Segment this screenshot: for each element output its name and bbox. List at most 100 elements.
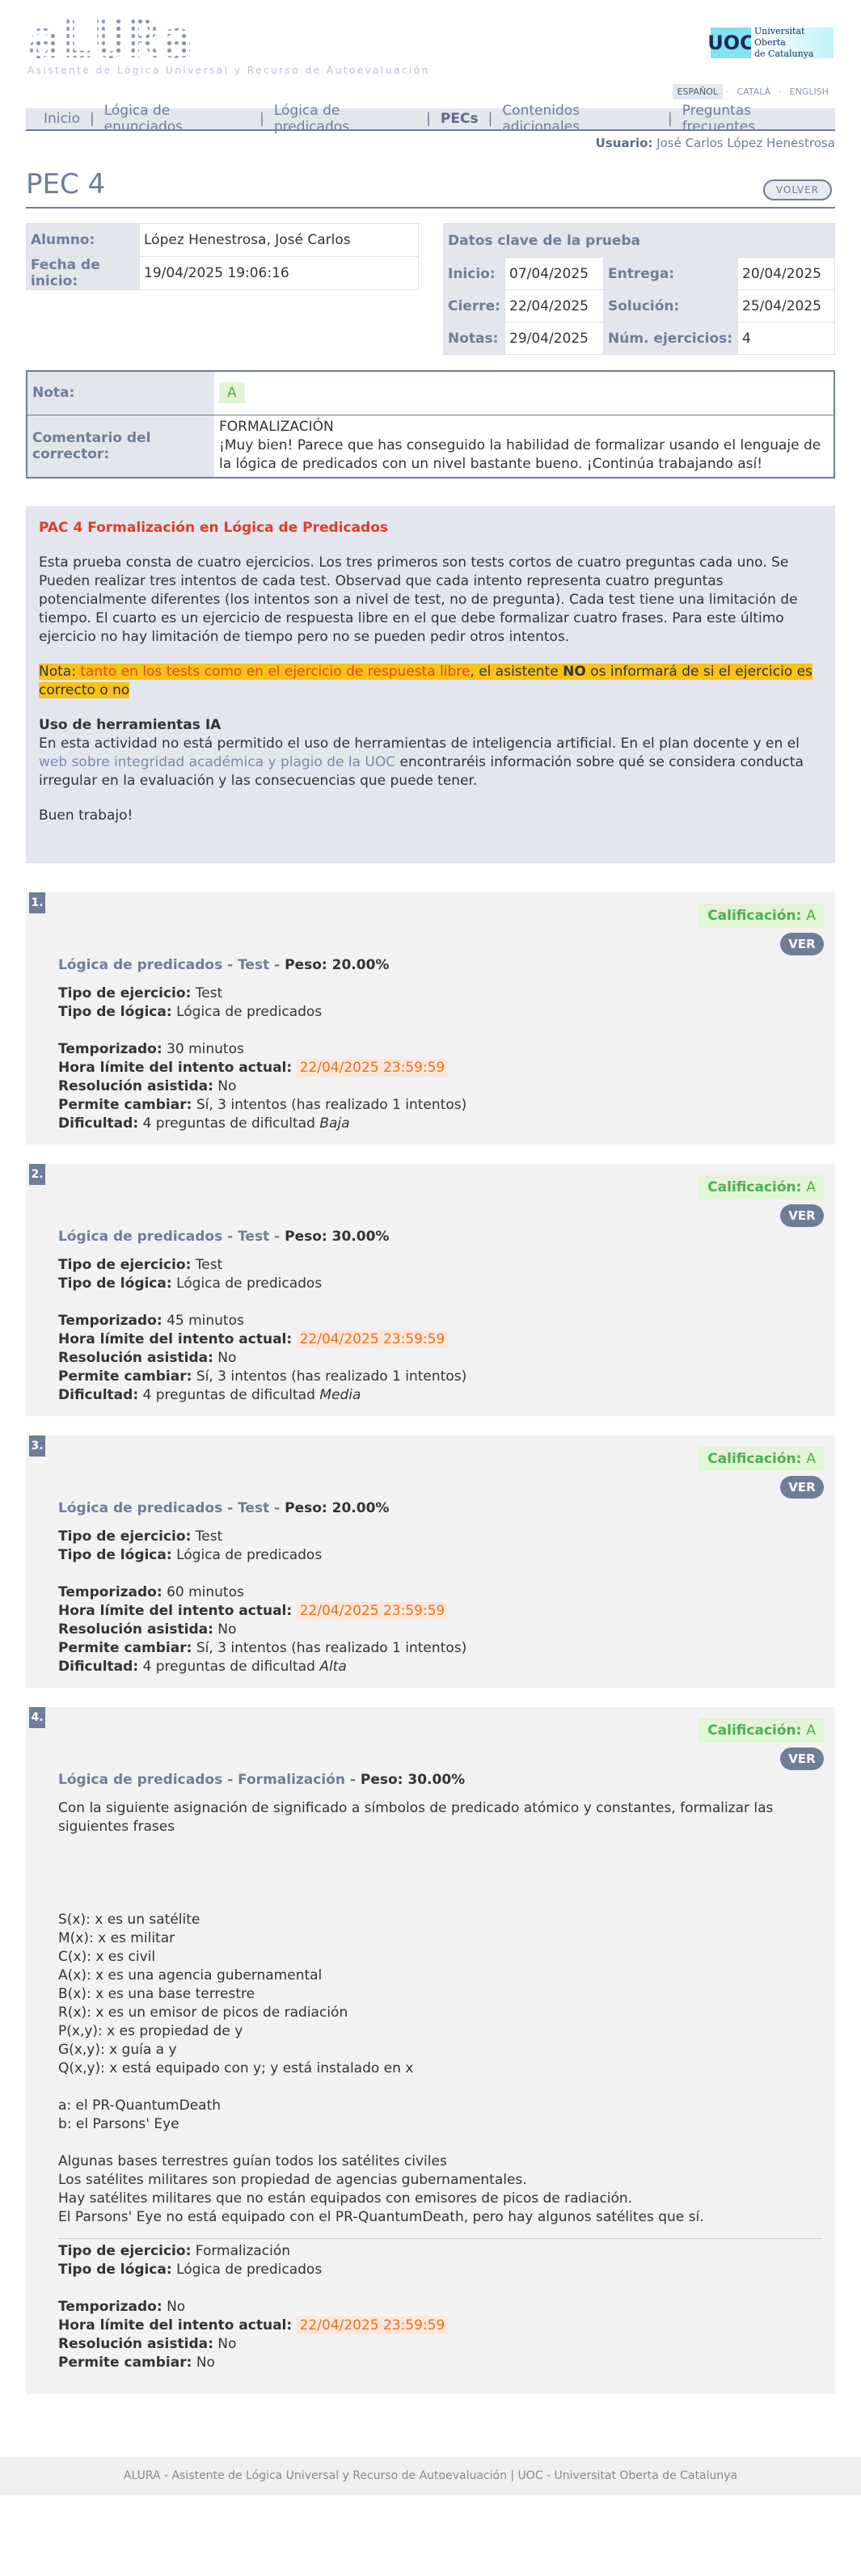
inicio-label: Inicio: (443, 257, 505, 290)
temporizado: Temporizado: 30 minutos (58, 1040, 835, 1059)
weight-value: 20.00% (331, 1500, 390, 1516)
fecha-inicio-value: 19/04/2025 19:06:16 (139, 256, 419, 290)
cierre-value: 22/04/2025 (504, 289, 604, 323)
tipo-logica: Tipo de lógica: Lógica de predicados (58, 1275, 835, 1293)
weight-value: 30.00% (331, 1229, 390, 1245)
permite-cambiar: Permite cambiar: Sí, 3 intentos (has rea… (58, 1368, 835, 1386)
difficulty-level: Baja (319, 1115, 350, 1132)
field-value: Sí, 3 intentos (has realizado 1 intentos… (196, 1097, 467, 1113)
fecha-inicio-label: Fecha de inicio: (26, 256, 140, 290)
page: aLURa Asistente de Lógica Universal y Re… (0, 0, 861, 2576)
exercise-name: Lógica de predicados - Test (58, 1500, 270, 1516)
nav-logica-predicados[interactable]: Lógica de predicados (264, 103, 426, 135)
exercise-card: 4. Calificación: A VER Lógica de predica… (26, 1707, 835, 2394)
exercise-name: Lógica de predicados - Test (58, 1229, 270, 1245)
field-value: Test (195, 1528, 223, 1545)
lang-ca[interactable]: CATALÀ (732, 84, 776, 99)
alura-logo[interactable]: aLURa Asistente de Lógica Universal y Re… (27, 15, 430, 76)
field-label: Dificultad: (58, 1659, 139, 1675)
student-table: Alumno: López Henestrosa, José Carlos Fe… (26, 223, 419, 290)
exercise-statement: Con la siguiente asignación de significa… (58, 1800, 774, 1835)
lang-es[interactable]: ESPAÑOL (672, 84, 723, 99)
exercise-weight: Peso: 20.00% (285, 957, 389, 973)
resolucion-asistida: Resolución asistida: No (58, 1077, 835, 1096)
ver-button[interactable]: VER (780, 1748, 824, 1770)
field-label: Temporizado: (58, 1041, 162, 1057)
temporizado: Temporizado: 45 minutos (58, 1312, 835, 1330)
tipo-ejercicio: Tipo de ejercicio: Formalización (58, 2242, 835, 2261)
exercise-card: 1. Calificación: A VER Lógica de predica… (26, 892, 835, 1145)
ver-button[interactable]: VER (780, 933, 824, 955)
exercise-grade: Calificación: A (699, 1175, 824, 1199)
user-name: José Carlos López Henestrosa (656, 136, 835, 150)
field-value: Sí, 3 intentos (has realizado 1 intentos… (196, 1368, 467, 1385)
grade-label: Calificación: (707, 1179, 802, 1195)
tipo-ejercicio: Tipo de ejercicio: Test (58, 1256, 835, 1275)
nav-inicio[interactable]: Inicio (34, 111, 90, 127)
field-value: Formalización (195, 2243, 291, 2259)
predicate-item: B(x): x es una base terrestre (58, 1986, 255, 2002)
solucion-label: Solución: (603, 289, 738, 323)
hora-limite: Hora límite del intento actual: 22/04/20… (58, 1059, 835, 1077)
notas-value: 29/04/2025 (504, 322, 604, 355)
alumno-value: López Henestrosa, José Carlos (139, 223, 419, 257)
field-label: Temporizado: (58, 2299, 162, 2315)
dificultad: Dificultad: 4 preguntas de dificultad Me… (58, 1386, 835, 1405)
nota-label: Nota: (27, 371, 214, 415)
weight-label: Peso: (360, 1772, 403, 1788)
resolucion-asistida: Resolución asistida: No (58, 1621, 835, 1639)
ia-section: Uso de herramientas IA En esta actividad … (39, 716, 822, 791)
weight-value: 20.00% (331, 957, 390, 973)
difficulty-level: Alta (319, 1659, 347, 1675)
field-label: Tipo de lógica: (58, 1547, 172, 1563)
constant-item: b: el Parsons' Eye (58, 2116, 179, 2132)
ver-button[interactable]: VER (780, 1204, 824, 1227)
field-label: Hora límite del intento actual: (58, 1603, 293, 1619)
nav-logica-enunciados[interactable]: Lógica de enunciados (95, 103, 260, 135)
uoc-logo[interactable]: UOC Universitat Oberta de Catalunya (707, 26, 834, 59)
nota-grade: A (219, 382, 245, 404)
exercise-weight: Peso: 30.00% (361, 1772, 465, 1788)
sentence-item: Los satélites militares son propiedad de… (58, 2172, 527, 2188)
nota-value: A (214, 371, 834, 415)
grade-value: A (806, 1722, 816, 1739)
goodbye-text: Buen trabajo! (39, 807, 133, 824)
comment-heading: FORMALIZACIÓN (219, 419, 334, 436)
note-line: Nota: tanto en los tests como en el ejer… (39, 663, 822, 700)
ver-button[interactable]: VER (780, 1476, 824, 1499)
exercise-title: Lógica de predicados - Test - Peso: 30.0… (58, 1229, 390, 1245)
nav-pecs[interactable]: PECs (431, 111, 488, 127)
sentence-item: Hay satélites militares que no están equ… (58, 2190, 633, 2207)
permite-cambiar: Permite cambiar: Sí, 3 intentos (has rea… (58, 1639, 835, 1658)
user-info: Usuario: José Carlos López Henestrosa (596, 136, 835, 150)
nav-faq[interactable]: Preguntas frecuentes (673, 103, 835, 135)
solucion-value: 25/04/2025 (737, 289, 835, 323)
exercise-number: 1. (29, 892, 45, 913)
weight-value: 30.00% (407, 1772, 466, 1788)
back-button[interactable]: VOLVER (763, 179, 832, 200)
tipo-logica: Tipo de lógica: Lógica de predicados (58, 1546, 835, 1565)
field-label: Resolución asistida: (58, 1078, 213, 1094)
field-value: Test (195, 985, 223, 1001)
field-value: 60 minutos (167, 1584, 244, 1600)
note-no: NO (563, 664, 586, 680)
user-label: Usuario: (595, 136, 653, 150)
field-value: 4 preguntas de dificultad (142, 1659, 320, 1675)
exercise-title: Lógica de predicados - Test - Peso: 20.0… (58, 957, 390, 973)
integrity-link[interactable]: web sobre integridad académica y plagio … (39, 754, 395, 770)
exercise-weight: Peso: 30.00% (285, 1229, 389, 1245)
tipo-ejercicio: Tipo de ejercicio: Test (58, 1528, 835, 1546)
alumno-label: Alumno: (26, 223, 140, 257)
exercise-grade: Calificación: A (699, 1718, 824, 1743)
field-value: 4 preguntas de dificultad (142, 1115, 320, 1132)
grade-label: Calificación: (707, 908, 802, 924)
hora-limite: Hora límite del intento actual: 22/04/20… (58, 1330, 835, 1349)
nav-contenidos[interactable]: Contenidos adicionales (492, 103, 668, 135)
lang-en[interactable]: ENGLISH (785, 84, 834, 99)
field-label: Hora límite del intento actual: (58, 1331, 293, 1347)
exercise-title: Lógica de predicados - Test - Peso: 20.0… (58, 1500, 390, 1516)
lang-separator: · (779, 86, 782, 97)
tipo-ejercicio: Tipo de ejercicio: Test (58, 984, 835, 1003)
field-value: No (217, 1350, 237, 1366)
predicate-item: G(x,y): x guía a y (58, 2042, 177, 2058)
